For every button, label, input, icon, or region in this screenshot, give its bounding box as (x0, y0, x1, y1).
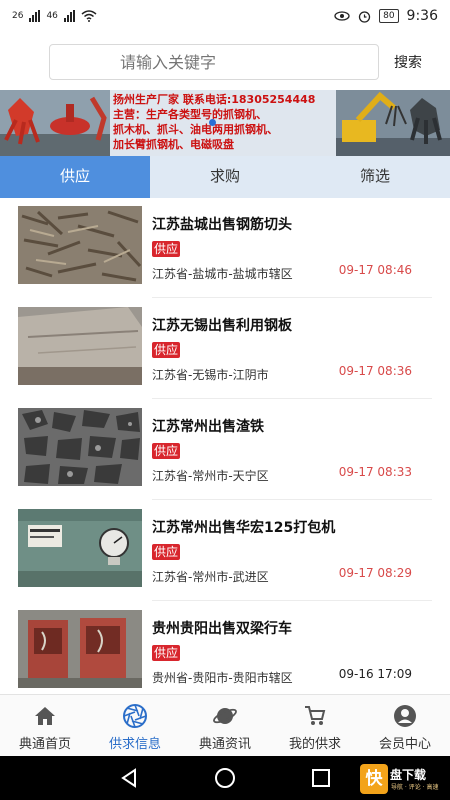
search-input[interactable] (49, 44, 379, 80)
tab-supply[interactable]: 供应 (0, 156, 150, 198)
clock: 9:36 (406, 8, 438, 24)
rebar-scrap-thumbnail (18, 206, 142, 284)
search-button[interactable]: 搜索 (394, 52, 422, 72)
nav-home[interactable]: 典通首页 (0, 695, 90, 756)
watermark-logo-mark: 快 (360, 764, 388, 794)
listing-location: 江苏省-盐城市-盐城市辖区 (152, 267, 293, 281)
listing-title: 江苏常州出售华宏125打包机 (152, 520, 336, 536)
listing-title: 江苏常州出售渣铁 (152, 419, 264, 435)
listing-date: 09-17 08:33 (338, 465, 412, 479)
list-item[interactable]: 江苏盐城出售钢筋切头 供应 江苏省-盐城市-盐城市辖区 09-17 08:46 (0, 198, 450, 299)
supply-badge: 供应 (152, 544, 181, 560)
signal-label-2: 46 (46, 11, 58, 21)
nav-my-listings[interactable]: 我的供求 (270, 695, 360, 756)
home-circle-icon[interactable] (214, 767, 236, 789)
user-icon (392, 703, 418, 729)
nav-member-label: 会员中心 (378, 737, 431, 752)
nav-news-label: 典通资讯 (198, 737, 251, 752)
listing-location: 江苏省-无锡市-江阴市 (152, 368, 269, 382)
signal-icon (29, 10, 41, 22)
divider (152, 297, 432, 298)
banner-line-3: 抓木机、抓斗、油电两用抓钢机、 (113, 123, 278, 136)
tab-purchase[interactable]: 求购 (150, 156, 300, 198)
banner-contact: 扬州生产厂家 联系电话:18305254448 (113, 93, 316, 106)
listing-title: 江苏无锡出售利用钢板 (152, 318, 292, 334)
supply-demand-tabs: 供应 求购 筛选 (0, 156, 450, 198)
battery-indicator: 80 (379, 9, 399, 23)
home-icon (32, 703, 58, 729)
tab-filter[interactable]: 筛选 (300, 156, 450, 198)
baler-machine-thumbnail (18, 509, 142, 587)
cart-icon (302, 703, 328, 729)
banner-text-panel: 扬州生产厂家 联系电话:18305254448 主营：生产各类型号的抓钢机、 抓… (110, 90, 336, 156)
divider (152, 499, 432, 500)
listing-title: 贵州贵阳出售双梁行车 (152, 621, 292, 637)
listing-location: 江苏省-常州市-武进区 (152, 570, 269, 584)
watermark-text: 盘下载 (390, 768, 427, 782)
listing-date: 09-16 17:09 (338, 667, 412, 681)
divider (152, 600, 432, 601)
nav-news[interactable]: 典通资讯 (180, 695, 270, 756)
listing-title: 江苏盐城出售钢筋切头 (152, 217, 292, 233)
search-header: 搜索 (0, 32, 450, 90)
banner-line-2: 主营：生产各类型号的抓钢机、 (113, 108, 267, 121)
steel-plate-thumbnail (18, 307, 142, 385)
signal-icon-2 (63, 10, 75, 22)
listing-date: 09-17 08:46 (338, 263, 412, 277)
list-item[interactable]: 贵州贵阳出售双梁行车 供应 贵州省-贵阳市-贵阳市辖区 09-16 17:09 (0, 602, 450, 694)
crane-parts-thumbnail (18, 610, 142, 688)
recents-icon[interactable] (310, 767, 332, 789)
grab-machine-photo-right (336, 90, 450, 156)
listing-date: 09-17 08:36 (338, 364, 412, 378)
supply-badge: 供应 (152, 342, 181, 358)
listing-list: 江苏盐城出售钢筋切头 供应 江苏省-盐城市-盐城市辖区 09-17 08:46 … (0, 198, 450, 694)
supply-badge: 供应 (152, 443, 181, 459)
supply-badge: 供应 (152, 241, 181, 257)
list-item[interactable]: 江苏常州出售华宏125打包机 供应 江苏省-常州市-武进区 09-17 08:2… (0, 501, 450, 602)
alarm-icon (358, 10, 371, 23)
status-bar: 26 46 80 9:36 (0, 0, 450, 32)
carousel-indicator (209, 119, 216, 126)
list-item[interactable]: 江苏无锡出售利用钢板 供应 江苏省-无锡市-江阴市 09-17 08:36 (0, 299, 450, 400)
listing-location: 贵州省-贵阳市-贵阳市辖区 (152, 671, 293, 685)
nav-supply-info[interactable]: 供求信息 (90, 695, 180, 756)
watermark-subtext: 导航 · 评论 · 高速 (391, 784, 439, 791)
listing-date: 09-17 08:29 (338, 566, 412, 580)
listing-location: 江苏省-常州市-天宁区 (152, 469, 269, 483)
planet-icon (212, 703, 238, 729)
signal-label-1: 26 (12, 11, 24, 21)
ad-banner[interactable]: 扬州生产厂家 联系电话:18305254448 主营：生产各类型号的抓钢机、 抓… (0, 90, 450, 156)
aperture-icon (122, 703, 148, 729)
nav-supply-info-label: 供求信息 (108, 737, 161, 752)
nav-my-listings-label: 我的供求 (288, 737, 341, 752)
wifi-icon (81, 10, 97, 22)
signal-group: 26 46 (12, 10, 97, 22)
watermark-logo: 快 盘下载 导航 · 评论 · 高速 (360, 764, 444, 794)
nav-home-label: 典通首页 (18, 737, 71, 752)
banner-line-4: 加长臂抓钢机、电磁吸盘 (113, 138, 234, 151)
nav-member[interactable]: 会员中心 (360, 695, 450, 756)
eye-icon (334, 11, 350, 21)
list-item[interactable]: 江苏常州出售渣铁 供应 江苏省-常州市-天宁区 09-17 08:33 (0, 400, 450, 501)
divider (152, 398, 432, 399)
grab-machine-photo-left (0, 90, 110, 156)
bottom-navigation: 典通首页 供求信息 典通资讯 我的供求 会员中心 (0, 694, 450, 756)
supply-badge: 供应 (152, 645, 181, 661)
back-icon[interactable] (118, 767, 140, 789)
slag-iron-thumbnail (18, 408, 142, 486)
